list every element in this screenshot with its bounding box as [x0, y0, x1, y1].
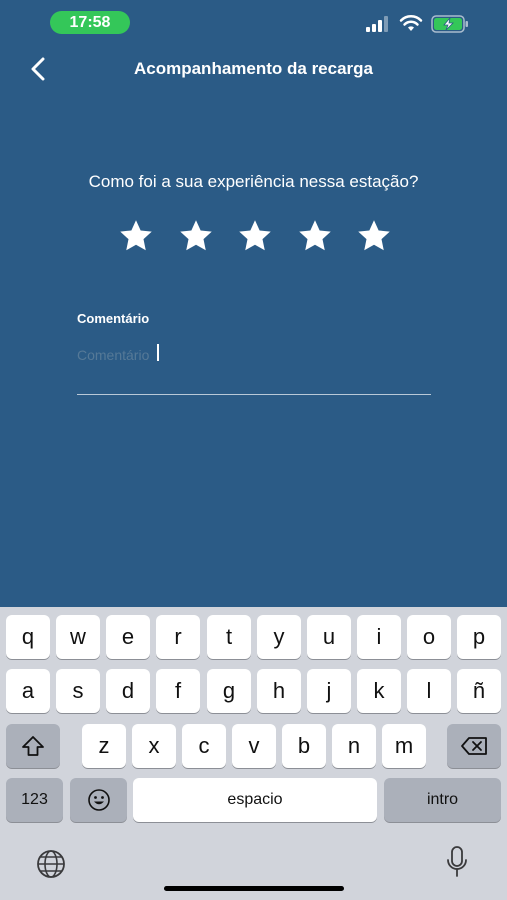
key-n-tilde[interactable]: ñ	[457, 669, 501, 713]
key-c[interactable]: c	[182, 724, 226, 768]
numbers-key[interactable]: 123	[6, 778, 63, 822]
key-f[interactable]: f	[156, 669, 200, 713]
key-y[interactable]: y	[257, 615, 301, 659]
key-a[interactable]: a	[6, 669, 50, 713]
key-e[interactable]: e	[106, 615, 150, 659]
keyboard: q w e r t y u i o p a s d f g h j k l ñ …	[0, 607, 507, 900]
star-3-icon[interactable]	[236, 218, 274, 254]
key-d[interactable]: d	[106, 669, 150, 713]
key-k[interactable]: k	[357, 669, 401, 713]
comment-label: Comentário	[77, 311, 150, 326]
globe-icon[interactable]	[35, 848, 67, 880]
star-5-icon[interactable]	[355, 218, 393, 254]
keyboard-row-2: a s d f g h j k l ñ	[0, 669, 507, 713]
backspace-icon	[461, 737, 487, 755]
comment-input[interactable]	[77, 342, 431, 368]
key-n[interactable]: n	[332, 724, 376, 768]
status-bar: 17:58	[0, 0, 507, 46]
key-i[interactable]: i	[357, 615, 401, 659]
star-4-icon[interactable]	[296, 218, 334, 254]
key-q[interactable]: q	[6, 615, 50, 659]
key-m[interactable]: m	[382, 724, 426, 768]
key-l[interactable]: l	[407, 669, 451, 713]
home-indicator[interactable]	[164, 886, 344, 891]
page-title: Acompanhamento da recarga	[133, 59, 373, 78]
key-s[interactable]: s	[56, 669, 100, 713]
key-g[interactable]: g	[207, 669, 251, 713]
text-caret	[157, 344, 159, 361]
space-key[interactable]: espacio	[133, 778, 377, 822]
microphone-icon[interactable]	[445, 845, 469, 879]
keyboard-row-4: 123 espacio intro	[0, 778, 507, 822]
key-t[interactable]: t	[207, 615, 251, 659]
shift-key[interactable]	[6, 724, 60, 768]
rating-question: Como foi a sua experiência nessa estação…	[88, 172, 419, 191]
key-z[interactable]: z	[82, 724, 126, 768]
navigation-bar: Acompanhamento da recarga	[0, 46, 507, 92]
cellular-signal-icon	[366, 16, 388, 32]
key-b[interactable]: b	[282, 724, 326, 768]
key-p[interactable]: p	[457, 615, 501, 659]
delete-key[interactable]	[447, 724, 501, 768]
key-r[interactable]: r	[156, 615, 200, 659]
key-x[interactable]: x	[132, 724, 176, 768]
key-u[interactable]: u	[307, 615, 351, 659]
star-2-icon[interactable]	[177, 218, 215, 254]
star-1-icon[interactable]	[117, 218, 155, 254]
battery-charging-icon	[431, 15, 468, 33]
comment-field[interactable]	[77, 338, 431, 395]
key-h[interactable]: h	[257, 669, 301, 713]
emoji-key[interactable]	[70, 778, 127, 822]
shift-icon	[22, 736, 44, 756]
emoji-icon	[87, 789, 110, 811]
return-key[interactable]: intro	[384, 778, 501, 822]
keyboard-row-3: z x c v b n m	[0, 724, 507, 768]
star-rating	[117, 218, 393, 254]
keyboard-row-1: q w e r t y u i o p	[0, 615, 507, 659]
wifi-icon	[399, 15, 423, 31]
status-time[interactable]: 17:58	[50, 11, 130, 34]
key-j[interactable]: j	[307, 669, 351, 713]
key-w[interactable]: w	[56, 615, 100, 659]
key-o[interactable]: o	[407, 615, 451, 659]
key-v[interactable]: v	[232, 724, 276, 768]
